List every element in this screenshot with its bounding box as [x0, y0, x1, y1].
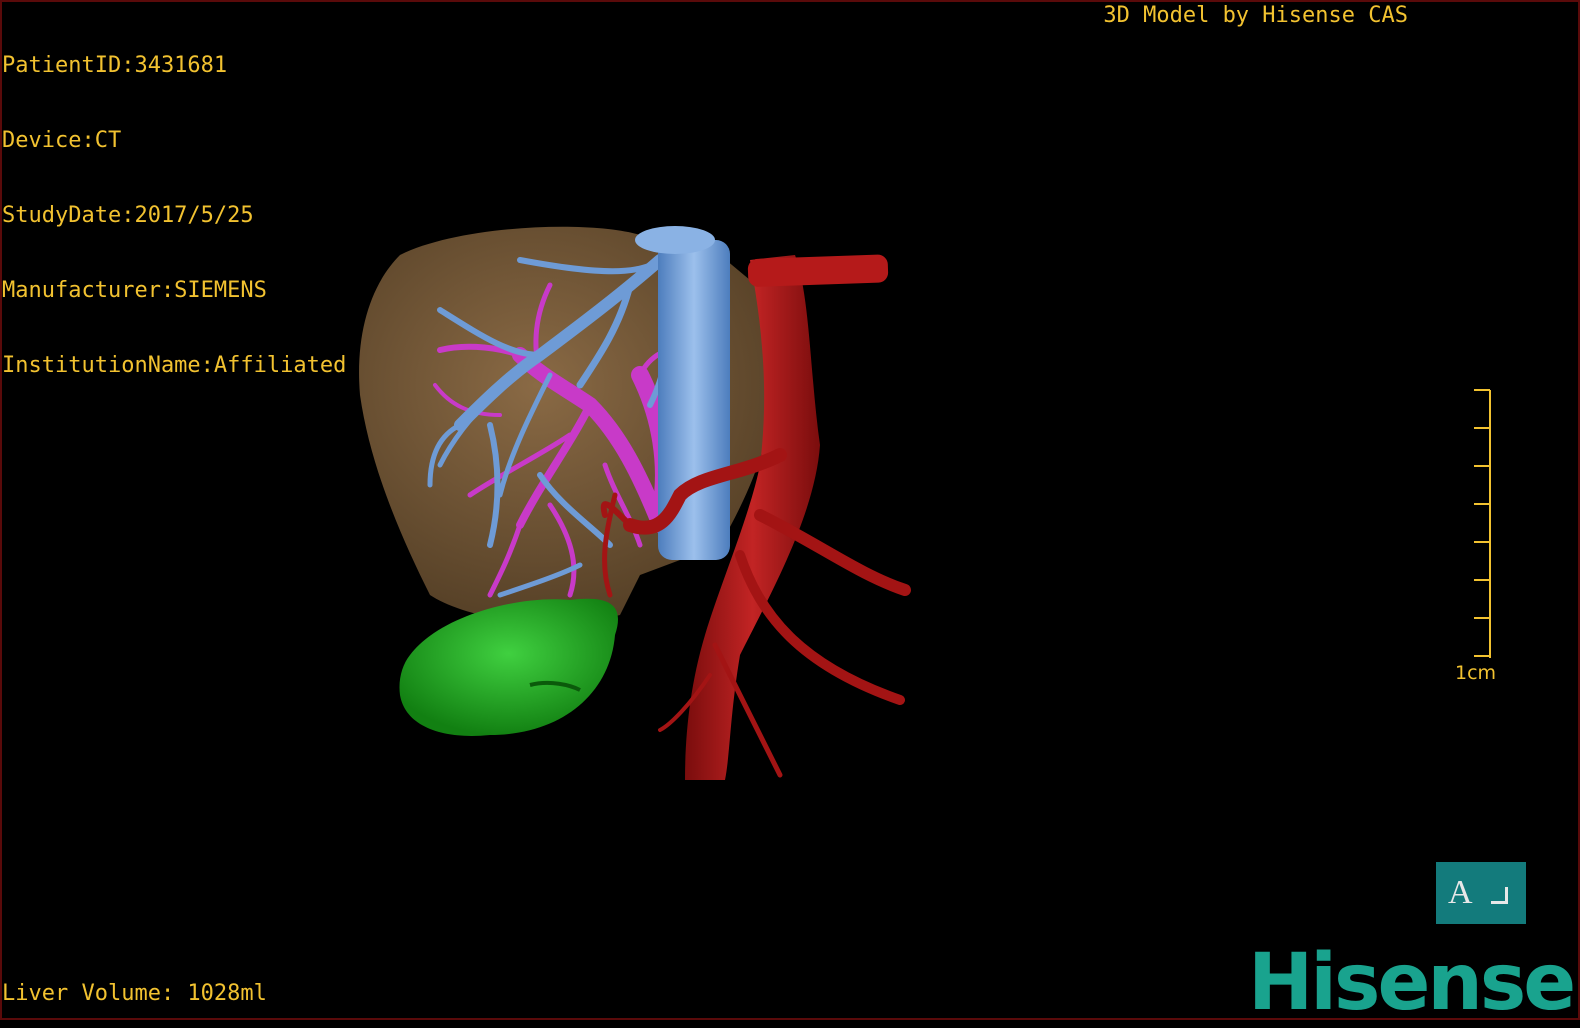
3d-liver-model-viewport[interactable] — [340, 215, 940, 800]
gallbladder — [399, 598, 618, 736]
scale-bar — [1474, 389, 1491, 658]
patient-id: PatientID:3431681 — [2, 53, 228, 78]
liver-volume-readout: Liver Volume: 1028ml — [2, 981, 267, 1006]
scale-bar-label: 1cm — [1455, 662, 1497, 684]
hisense-logo: Hisense — [1248, 938, 1576, 1028]
orientation-label: A — [1448, 874, 1473, 911]
orientation-axis-icon — [1490, 886, 1508, 904]
model-credit: 3D Model by Hisense CAS — [1103, 3, 1408, 28]
device: Device:CT — [2, 128, 122, 153]
orientation-cube[interactable]: A — [1436, 862, 1526, 924]
